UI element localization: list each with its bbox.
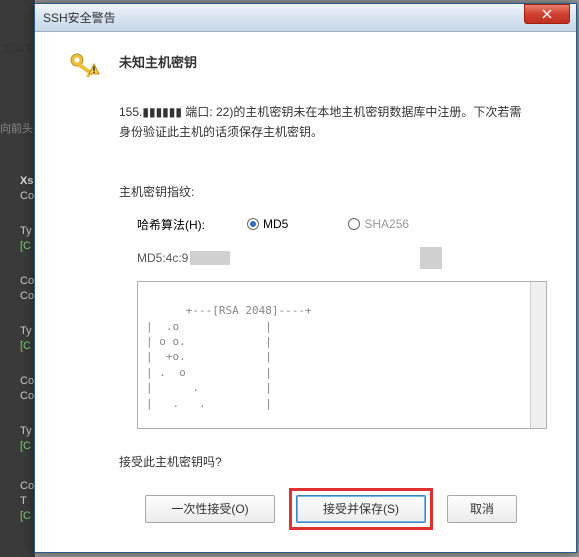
radio-md5[interactable]: MD5	[247, 217, 288, 231]
radio-sha256-circle	[348, 218, 360, 230]
radio-sha256-label: SHA256	[364, 217, 409, 231]
titlebar[interactable]: SSH安全警告	[35, 4, 576, 32]
bg-prefix: 向前头	[0, 120, 33, 136]
bg-c4: [C	[20, 510, 31, 522]
warning-message: 155.▮▮▮▮▮▮ 端口: 22)的主机密钥未在本地主机密钥数据库中注册。下次…	[119, 102, 546, 143]
randomart-content: +---[RSA 2048]----+ | .o | | o o. | | +o…	[146, 304, 312, 409]
accept-save-button[interactable]: 接受并保存(S)	[296, 495, 426, 523]
message-line1: 155.▮▮▮▮▮▮ 端口: 22)的主机密钥未在本地主机密钥数据库中注册。下次…	[119, 102, 546, 122]
bg-co6: Co	[20, 480, 34, 492]
ssh-warning-dialog: SSH安全警告 ! 未知主机密钥 155.▮▮▮▮▮▮ 端口: 22)	[34, 3, 577, 553]
bg-xs: Xs	[20, 175, 33, 187]
radio-md5-circle	[247, 218, 259, 230]
message-line2: 身份验证此主机的话须保存主机密钥。	[119, 122, 546, 142]
fingerprint-value: MD5:4c:9	[137, 251, 188, 265]
highlight-box: 接受并保存(S)	[289, 488, 433, 530]
radio-md5-label: MD5	[263, 217, 288, 231]
bg-co2: Co	[20, 275, 34, 287]
header-title: 未知主机密钥	[119, 50, 197, 71]
bg-co5: Co	[20, 390, 34, 402]
hash-algorithm-label: 哈希算法(H):	[137, 216, 247, 233]
bg-ty2: Ty	[20, 325, 32, 337]
redacted-fingerprint	[190, 251, 230, 265]
cancel-button[interactable]: 取消	[447, 495, 517, 523]
dialog-title: SSH安全警告	[43, 9, 524, 26]
close-button[interactable]	[524, 4, 570, 24]
svg-text:!: !	[93, 65, 96, 75]
bg-toolbar: 工具(T)	[0, 40, 36, 56]
bg-ty1: Ty	[20, 225, 32, 237]
scrollbar[interactable]	[530, 282, 546, 428]
bg-c3: [C	[20, 440, 31, 452]
bg-c2: [C	[20, 340, 31, 352]
close-icon	[542, 9, 552, 19]
bg-co1: Co	[20, 190, 34, 202]
bg-c1: [C	[20, 240, 31, 252]
bg-co3: Co	[20, 290, 34, 302]
redacted-icon	[420, 247, 442, 269]
accept-once-button[interactable]: 一次性接受(O)	[145, 495, 275, 523]
confirm-question: 接受此主机密钥吗?	[119, 453, 546, 470]
fingerprint-section-label: 主机密钥指纹:	[119, 183, 546, 200]
bg-tc: T	[20, 495, 27, 507]
bg-co4: Co	[20, 375, 34, 387]
radio-sha256[interactable]: SHA256	[348, 217, 409, 231]
bg-ty3: Ty	[20, 425, 32, 437]
randomart-box: +---[RSA 2048]----+ | .o | | o o. | | +o…	[137, 281, 547, 429]
key-warning-icon: !	[65, 50, 101, 86]
